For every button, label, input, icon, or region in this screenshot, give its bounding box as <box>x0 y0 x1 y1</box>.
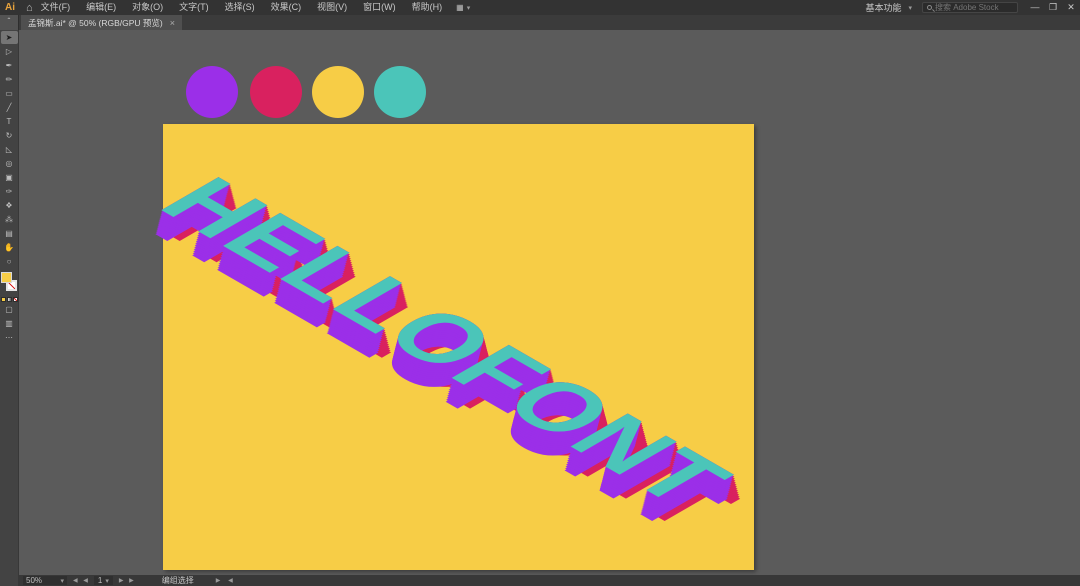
artboard-number-select[interactable]: 1 ▾ <box>94 576 113 585</box>
rectangle-tool[interactable]: ▭ <box>1 87 18 100</box>
type-tool[interactable]: T <box>1 115 18 128</box>
color-circle-magenta[interactable] <box>250 66 302 118</box>
status-field-arrows[interactable]: ▶ ◀ <box>216 577 236 584</box>
status-bar: 50% ▾ ◀ ◀ 1 ▾ ▶ ▶ 编组选择 ▶ ◀ <box>19 575 1080 586</box>
color-mode-none[interactable] <box>13 297 18 302</box>
rotate-tool[interactable]: ↻ <box>1 129 18 142</box>
document-tab-bar: ˆ 孟锦斯.ai* @ 50% (RGB/GPU 预览) × <box>0 15 1080 30</box>
eyedropper-tool[interactable]: ✑ <box>1 185 18 198</box>
color-circle-purple[interactable] <box>186 66 238 118</box>
color-mode-gradient[interactable] <box>7 297 12 302</box>
zoom-chevron-icon: ▾ <box>60 577 64 585</box>
app-logo: Ai <box>5 2 15 13</box>
close-button[interactable]: ✕ <box>1062 0 1080 15</box>
shape-builder-tool[interactable]: ◎ <box>1 157 18 170</box>
fill-stroke-indicator[interactable] <box>1 272 18 294</box>
menu-type[interactable]: 文字(T) <box>171 0 217 15</box>
menu-window[interactable]: 窗口(W) <box>355 0 404 15</box>
tools-panel: ➤ ▷ ✒ ✏ ▭ ╱ T ↻ ◺ ◎ ▣ ✑ ❖ ⁂ ▤ ✋ ○ ▢ ▥ ⋯ <box>0 30 19 586</box>
tab-close-icon[interactable]: × <box>170 18 175 28</box>
color-mode-fill[interactable] <box>1 297 6 302</box>
menu-object[interactable]: 对象(O) <box>124 0 171 15</box>
text-face: HELLOFONT <box>142 167 749 517</box>
document-tab-title: 孟锦斯.ai* @ 50% (RGB/GPU 预览) <box>28 17 163 29</box>
artboard-nav-prev[interactable]: ◀ ◀ <box>73 577 90 584</box>
zoom-level-value: 50% <box>26 576 42 585</box>
home-icon[interactable]: ⌂ <box>26 2 33 14</box>
artboard-number-value: 1 <box>98 576 102 585</box>
screen-mode-button[interactable]: ▥ <box>1 317 18 330</box>
menu-help[interactable]: 帮助(H) <box>404 0 451 15</box>
artboard-nav-next[interactable]: ▶ ▶ <box>119 577 136 584</box>
artboard-chevron-icon: ▾ <box>105 577 109 585</box>
search-icon <box>927 5 932 10</box>
brush-tool[interactable]: ❖ <box>1 199 18 212</box>
pencil-tool[interactable]: ✏ <box>1 73 18 86</box>
minimize-button[interactable]: — <box>1026 0 1044 15</box>
chevron-down-icon[interactable]: ▾ <box>467 4 471 12</box>
artboard[interactable]: HELLOFONT HELLOFONT HELLOFONT <box>163 124 754 570</box>
arrange-documents-icon[interactable]: ▦ <box>456 3 464 12</box>
fill-swatch[interactable] <box>1 272 12 283</box>
menu-edit[interactable]: 编辑(E) <box>78 0 124 15</box>
menu-bar: Ai ⌂ 文件(F) 编辑(E) 对象(O) 文字(T) 选择(S) 效果(C)… <box>0 0 1080 15</box>
menu-file[interactable]: 文件(F) <box>33 0 79 15</box>
hand-tool[interactable]: ✋ <box>1 241 18 254</box>
line-tool[interactable]: ╱ <box>1 101 18 114</box>
stock-search-box[interactable] <box>922 2 1018 13</box>
color-circle-teal[interactable] <box>374 66 426 118</box>
menu-view[interactable]: 视图(V) <box>309 0 355 15</box>
restore-button[interactable]: ❐ <box>1044 0 1062 15</box>
direct-selection-tool[interactable]: ▷ <box>1 45 18 58</box>
search-input[interactable] <box>935 3 1015 12</box>
color-circle-yellow[interactable] <box>312 66 364 118</box>
symbol-sprayer-tool[interactable]: ⁂ <box>1 213 18 226</box>
zoom-tool[interactable]: ○ <box>1 255 18 268</box>
slice-tool[interactable]: ▤ <box>1 227 18 240</box>
color-mode-row <box>1 297 18 302</box>
hellofont-3d-text[interactable]: HELLOFONT HELLOFONT HELLOFONT <box>139 167 780 537</box>
workspace-switcher[interactable]: 基本功能 <box>865 1 901 14</box>
draw-mode-button[interactable]: ▢ <box>1 303 18 316</box>
artboard-tool[interactable]: ▣ <box>1 171 18 184</box>
more-tools-button[interactable]: ⋯ <box>1 331 18 344</box>
document-tab[interactable]: 孟锦斯.ai* @ 50% (RGB/GPU 预览) × <box>21 15 182 30</box>
illustrator-window: Ai ⌂ 文件(F) 编辑(E) 对象(O) 文字(T) 选择(S) 效果(C)… <box>0 0 1080 586</box>
panel-collapse-button[interactable]: ˆ <box>0 15 19 30</box>
menu-select[interactable]: 选择(S) <box>217 0 263 15</box>
workspace-chevron-icon[interactable]: ▾ <box>908 4 912 12</box>
pen-tool[interactable]: ✒ <box>1 59 18 72</box>
menu-effect[interactable]: 效果(C) <box>263 0 310 15</box>
status-tool-label: 编组选择 <box>162 575 194 586</box>
zoom-level-select[interactable]: 50% ▾ <box>23 576 67 585</box>
eraser-tool[interactable]: ◺ <box>1 143 18 156</box>
selection-tool[interactable]: ➤ <box>1 31 18 44</box>
